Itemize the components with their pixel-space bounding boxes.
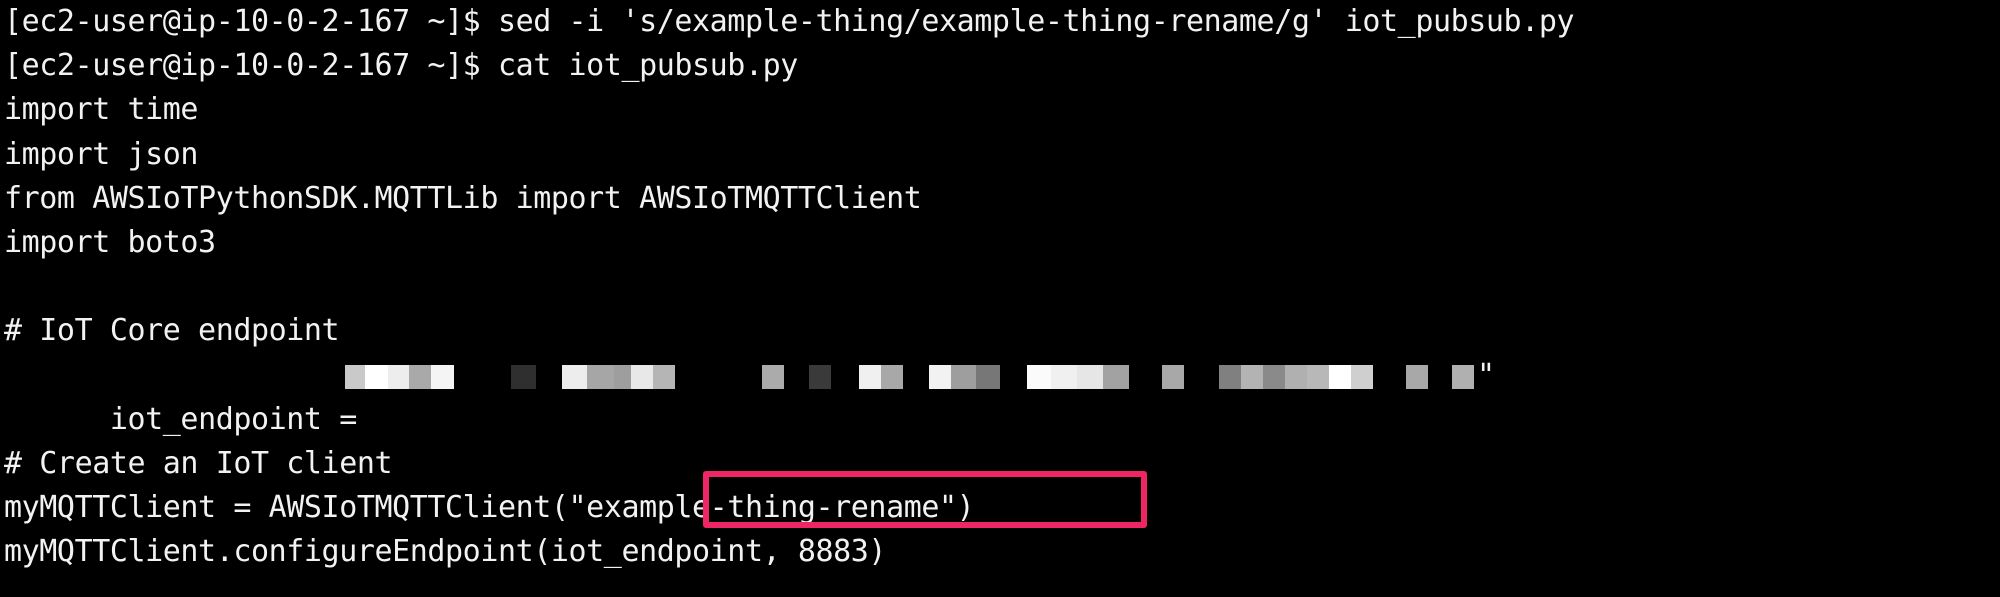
code-comment-iot-core-endpoint: # IoT Core endpoint (4, 313, 340, 349)
code-line-import-time: import time (4, 92, 199, 128)
code-line-import-boto3: import boto3 (4, 224, 216, 260)
code-line-blank-2 (4, 398, 2000, 442)
code-line-configure-endpoint: myMQTTClient.configureEndpoint(iot_endpo… (4, 534, 887, 570)
terminal-window: [ec2-user@ip-10-0-2-167 ~]$ sed -i 's/ex… (0, 0, 2000, 597)
code-line-import-json: import json (4, 136, 199, 172)
terminal-line-cat-command: [ec2-user@ip-10-0-2-167 ~]$ cat iot_pubs… (4, 48, 798, 84)
iot-endpoint-closing-quote: " (1477, 357, 1495, 393)
code-line-from-awsiot-import: from AWSIoTPythonSDK.MQTTLib import AWSI… (4, 180, 922, 216)
code-comment-create-iot-client: # Create an IoT client (4, 445, 393, 481)
redacted-endpoint-value (4, 354, 2000, 398)
code-line-mqtt-client-init: myMQTTClient = AWSIoTMQTTClient("example… (4, 490, 975, 526)
code-line-blank-1 (4, 265, 2000, 309)
terminal-output: [ec2-user@ip-10-0-2-167 ~]$ sed -i 's/ex… (4, 0, 2000, 574)
code-line-iot-endpoint-redacted: iot_endpoint = " (4, 354, 2000, 437)
terminal-line-sed-command: [ec2-user@ip-10-0-2-167 ~]$ sed -i 's/ex… (4, 4, 1575, 39)
